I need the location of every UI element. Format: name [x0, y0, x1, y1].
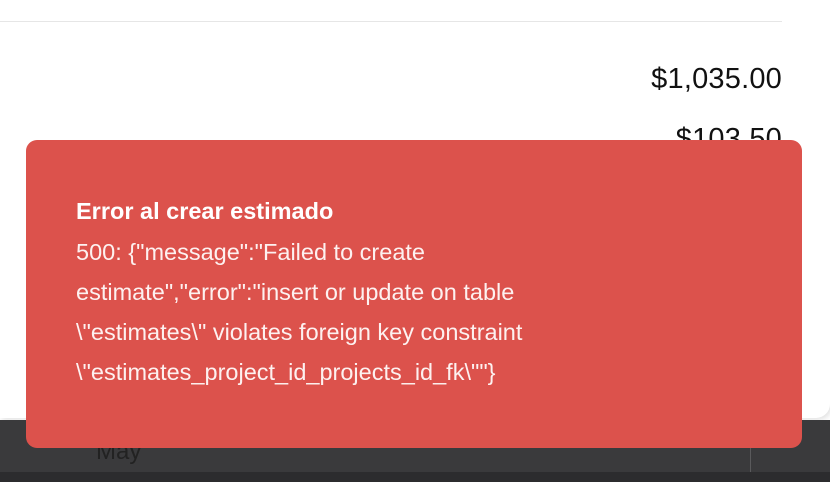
- toast-title: Error al crear estimado: [76, 198, 334, 224]
- toast-message: 500: {"message":"Failed to create estima…: [76, 239, 523, 385]
- subtotal-amount: $1,035.00: [651, 63, 782, 95]
- bottom-edge: [0, 472, 830, 482]
- page: $1,035.00 $103.50 May Error al crear est…: [0, 0, 830, 482]
- error-toast[interactable]: Error al crear estimado 500: {"message":…: [26, 140, 802, 448]
- divider: [0, 21, 782, 22]
